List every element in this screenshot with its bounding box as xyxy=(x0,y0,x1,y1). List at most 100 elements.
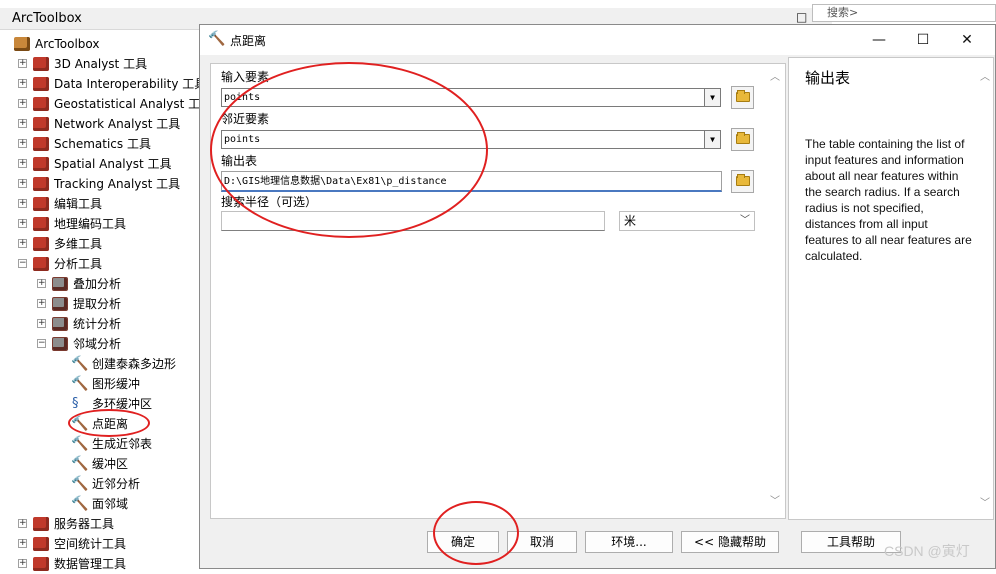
expand-icon[interactable]: + xyxy=(37,279,46,288)
folder-open-icon xyxy=(735,90,750,102)
tree-item-label: 邻域分析 xyxy=(73,337,122,351)
tool-item-label: 近邻分析 xyxy=(92,477,141,491)
environments-button[interactable]: 环境... xyxy=(585,531,673,553)
tree-item-label: 叠加分析 xyxy=(73,277,122,291)
radius-unit-select[interactable]: 米 ﹀ xyxy=(619,211,755,231)
expand-icon[interactable]: + xyxy=(18,79,27,88)
tree-item-label: 提取分析 xyxy=(73,297,122,311)
near-features-combo[interactable]: points ▼ xyxy=(221,130,721,149)
expand-icon[interactable]: + xyxy=(18,159,27,168)
radius-unit-value: 米 xyxy=(624,214,637,228)
near-features-label: 邻近要素 xyxy=(221,112,270,126)
toolbox-icon xyxy=(33,217,49,231)
input-features-combo[interactable]: points ▼ xyxy=(221,88,721,107)
cancel-button[interactable]: 取消 xyxy=(507,531,577,553)
tree-item-label: 3D Analyst 工具 xyxy=(54,57,148,71)
ok-button[interactable]: 确定 xyxy=(427,531,499,553)
output-table-input[interactable]: D:\GIS地理信息数据\Data\Ex81\p_distance xyxy=(221,171,722,192)
tree-root-label: ArcToolbox xyxy=(35,37,100,51)
watermark: CSDN @寅灯 xyxy=(884,543,970,559)
expand-icon[interactable]: + xyxy=(18,139,27,148)
toolbox-icon xyxy=(33,197,49,211)
tool-item-label: 面邻域 xyxy=(92,497,129,511)
tree-item-label: Tracking Analyst 工具 xyxy=(54,177,181,191)
tree-item-label: 服务器工具 xyxy=(54,517,115,531)
expand-icon[interactable]: + xyxy=(37,319,46,328)
help-scrollbar[interactable]: ︿ ﹀ xyxy=(977,64,993,518)
toolbox-icon xyxy=(33,57,49,71)
tool-item-label: 缓冲区 xyxy=(92,457,129,471)
script-icon: § xyxy=(72,396,79,411)
hammer-icon: 🔨 xyxy=(71,416,89,432)
minimize-button[interactable]: — xyxy=(864,30,894,50)
collapse-icon[interactable]: − xyxy=(37,339,46,348)
maximize-button[interactable]: ☐ xyxy=(908,30,938,50)
tool-item-label: 生成近邻表 xyxy=(92,437,153,451)
tree-item-label: 多维工具 xyxy=(54,237,103,251)
toolbox-icon xyxy=(33,257,49,271)
form-scrollbar[interactable]: ︿ ﹀ xyxy=(767,64,785,518)
expand-icon[interactable]: + xyxy=(18,519,27,528)
browse-output-button[interactable] xyxy=(731,170,754,193)
toolset-icon xyxy=(52,277,68,291)
tool-item-label: 图形缓冲 xyxy=(92,377,141,391)
input-features-label: 输入要素 xyxy=(221,70,270,84)
search-input-fragment[interactable]: 搜索> xyxy=(812,4,996,22)
near-features-value: points xyxy=(224,134,261,145)
point-distance-dialog: 🔨 点距离 — ☐ ✕ 输入要素 points ▼ 邻近要素 points ▼ … xyxy=(199,24,996,569)
tree-item-label: Spatial Analyst 工具 xyxy=(54,157,172,171)
toolset-icon xyxy=(52,337,68,351)
expand-icon[interactable]: + xyxy=(18,199,27,208)
toolbox-icon xyxy=(33,117,49,131)
chevron-down-icon: ﹀ xyxy=(740,215,750,226)
toolbox-icon xyxy=(33,157,49,171)
expand-icon[interactable]: + xyxy=(18,219,27,228)
hide-help-button[interactable]: << 隐藏帮助 xyxy=(681,531,779,553)
tree-item-label: 地理编码工具 xyxy=(54,217,127,231)
expand-icon[interactable]: + xyxy=(18,99,27,108)
dropdown-arrow-icon[interactable]: ▼ xyxy=(704,131,720,148)
toolbox-icon xyxy=(33,177,49,191)
expand-icon[interactable]: + xyxy=(18,119,27,128)
tree-item-label: Geostatistical Analyst 工具 xyxy=(54,97,213,111)
tool-item-label: 点距离 xyxy=(92,417,129,431)
restore-icon[interactable]: □ xyxy=(796,10,807,24)
folder-open-icon xyxy=(735,132,750,144)
expand-icon[interactable]: + xyxy=(18,179,27,188)
toolbox-icon xyxy=(33,77,49,91)
toolbox-icon xyxy=(33,237,49,251)
tree-item-label: 分析工具 xyxy=(54,257,103,271)
scroll-up-icon[interactable]: ︿ xyxy=(770,68,780,83)
expand-icon[interactable]: + xyxy=(18,539,27,548)
search-radius-input[interactable] xyxy=(221,211,605,231)
hammer-icon: 🔨 xyxy=(71,456,89,472)
browse-near-button[interactable] xyxy=(731,128,754,151)
parameter-form: 输入要素 points ▼ 邻近要素 points ▼ 输出表 D:\GIS地理… xyxy=(210,63,786,519)
expand-icon[interactable]: + xyxy=(37,299,46,308)
hammer-icon: 🔨 xyxy=(71,356,89,372)
toolbox-tree: ArcToolbox + 3D Analyst 工具 + Data Intero… xyxy=(0,32,212,571)
scroll-down-icon[interactable]: ﹀ xyxy=(770,492,780,507)
expand-icon[interactable]: + xyxy=(18,559,27,568)
browse-input-button[interactable] xyxy=(731,86,754,109)
expand-icon[interactable]: + xyxy=(18,239,27,248)
tree-item-label: Schematics 工具 xyxy=(54,137,151,151)
input-features-value: points xyxy=(224,92,261,103)
hammer-icon: 🔨 xyxy=(71,376,89,392)
tree-item-label: 数据管理工具 xyxy=(54,557,127,571)
scroll-up-icon[interactable]: ︿ xyxy=(980,68,990,83)
expand-icon[interactable]: + xyxy=(18,59,27,68)
search-radius-label: 搜索半径（可选） xyxy=(221,195,318,209)
close-button[interactable]: ✕ xyxy=(952,30,982,50)
scroll-down-icon[interactable]: ﹀ xyxy=(980,494,990,509)
tree-item-label: 统计分析 xyxy=(73,317,122,331)
dropdown-arrow-icon[interactable]: ▼ xyxy=(704,89,720,106)
collapse-icon[interactable]: − xyxy=(18,259,27,268)
hammer-icon: 🔨 xyxy=(71,436,89,452)
folder-open-icon xyxy=(735,174,750,186)
dialog-title: 点距离 xyxy=(230,34,267,48)
toolset-icon xyxy=(52,297,68,311)
help-text: The table containing the list of input f… xyxy=(805,137,972,263)
tree-item-label: Data Interoperability 工具 xyxy=(54,77,207,91)
toolbox-icon xyxy=(14,37,30,51)
